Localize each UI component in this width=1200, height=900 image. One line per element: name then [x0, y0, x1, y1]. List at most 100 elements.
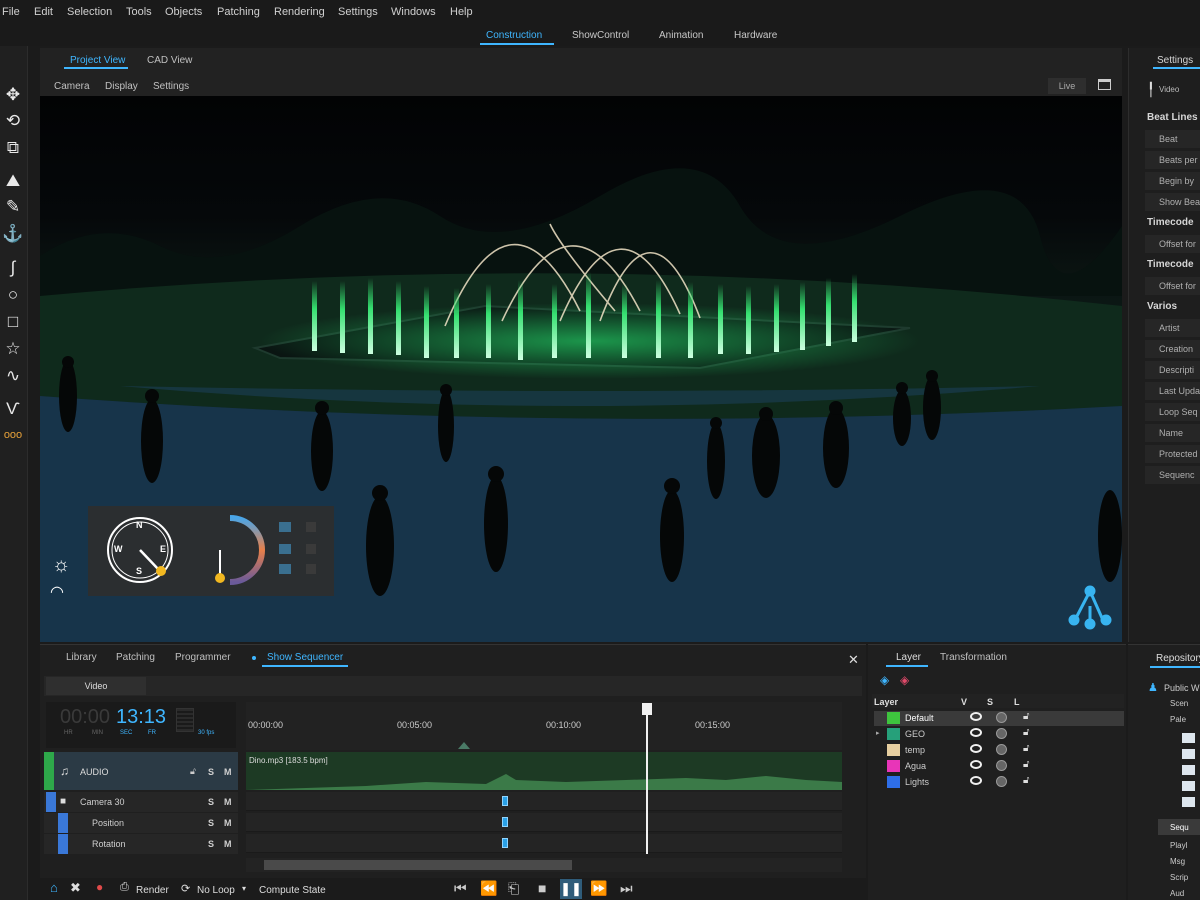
live-button[interactable]: Live — [1048, 78, 1086, 94]
lock-icon[interactable]: 🔓︎ — [1023, 759, 1029, 770]
menu-objects[interactable]: Objects — [165, 6, 202, 18]
fan-array-icon[interactable]: Ѵ — [2, 398, 24, 420]
spline-icon[interactable]: ∿ — [2, 365, 24, 387]
chevron-down-icon[interactable]: ▾ — [242, 884, 246, 893]
external-link-icon[interactable]: ⧉ — [2, 137, 24, 159]
repo-item[interactable]: Public W — [1164, 683, 1200, 693]
viewport-camera-menu[interactable]: Camera — [54, 81, 90, 92]
repo-item[interactable]: Playl — [1170, 841, 1187, 850]
render-icon[interactable]: ⎙ — [120, 881, 129, 894]
pin-icon[interactable]: ╿ — [1147, 82, 1155, 98]
solo-dot-icon[interactable] — [996, 776, 1007, 787]
snap-icon[interactable]: ⌂ — [50, 880, 58, 895]
timeline-scrollbar[interactable] — [246, 858, 842, 872]
lock-icon[interactable]: 🔓︎ — [1023, 743, 1029, 754]
section-timecode[interactable]: Timecode — [1147, 217, 1194, 228]
visible-eye-icon[interactable] — [970, 760, 982, 769]
mute-toggle[interactable]: M — [224, 818, 232, 828]
solo-dot-icon[interactable] — [996, 744, 1007, 755]
skip-end-icon[interactable]: ⏭ — [620, 880, 633, 897]
record-icon[interactable]: ● — [96, 880, 103, 894]
menu-settings[interactable]: Settings — [338, 6, 378, 18]
layer-row-agua[interactable]: Agua 🔓︎ — [874, 759, 1124, 774]
audio-clip[interactable] — [246, 752, 842, 790]
keyframe[interactable] — [502, 838, 508, 848]
marker-icon[interactable] — [458, 742, 470, 749]
tools-icon[interactable]: ✖ — [70, 880, 81, 896]
mute-toggle[interactable]: M — [224, 797, 232, 807]
section-varios[interactable]: Varios — [1147, 301, 1177, 312]
stop-icon[interactable]: ■ — [538, 880, 546, 896]
setting-row[interactable]: Creation — [1145, 340, 1200, 358]
visible-eye-icon[interactable] — [970, 712, 982, 721]
menu-patching[interactable]: Patching — [217, 6, 260, 18]
menu-edit[interactable]: Edit — [34, 6, 53, 18]
setting-row[interactable]: Loop Seq — [1145, 403, 1200, 421]
solo-toggle[interactable]: S — [208, 818, 214, 828]
keyframe[interactable] — [502, 796, 508, 806]
repo-item[interactable]: Aud — [1170, 889, 1184, 898]
solo-toggle[interactable]: S — [208, 839, 214, 849]
track-lane[interactable] — [246, 834, 842, 853]
setting-row[interactable]: Name — [1145, 424, 1200, 442]
track-lane[interactable] — [246, 792, 842, 811]
viewport-settings-menu[interactable]: Settings — [153, 81, 189, 92]
star-shape-icon[interactable]: ☆ — [2, 338, 24, 360]
lock-icon[interactable]: 🔓︎ — [1023, 775, 1029, 786]
menu-help[interactable]: Help — [450, 6, 473, 18]
mute-toggle[interactable]: M — [224, 767, 232, 777]
terrain-raise-icon[interactable]: ⛰ — [2, 170, 24, 192]
lock-icon[interactable]: 🔓︎ — [1023, 727, 1029, 738]
paint-brush-icon[interactable]: ✎ — [2, 196, 24, 218]
track-position[interactable]: Position S M — [44, 813, 238, 833]
tab-transformation[interactable]: Transformation — [940, 652, 1007, 663]
track-camera[interactable]: ■ Camera 30 S M — [44, 792, 238, 812]
remove-layer-icon[interactable]: ◈ — [900, 673, 909, 687]
solo-dot-icon[interactable] — [996, 760, 1007, 771]
nozzle-array-icon[interactable]: ooo — [2, 424, 24, 446]
visible-eye-icon[interactable] — [970, 744, 982, 753]
close-icon[interactable]: ✕ — [848, 652, 859, 668]
menu-selection[interactable]: Selection — [67, 6, 112, 18]
sun-icon[interactable]: ☼ — [52, 554, 70, 577]
section-beat-lines[interactable]: Beat Lines — [1147, 112, 1198, 123]
tab-settings[interactable]: Settings — [1157, 55, 1193, 66]
repo-item[interactable]: Scen — [1170, 699, 1188, 708]
circle-shape-icon[interactable]: ○ — [2, 284, 24, 306]
setting-row[interactable]: Show Bea — [1145, 193, 1200, 211]
speed-gauge-icon[interactable]: ◠ — [50, 582, 64, 602]
rotate-icon[interactable]: ⟲ — [2, 110, 24, 132]
tab-hardware[interactable]: Hardware — [734, 30, 777, 41]
menu-windows[interactable]: Windows — [391, 6, 436, 18]
tab-construction[interactable]: Construction — [486, 30, 542, 41]
step-back-icon[interactable]: ⎗ — [508, 880, 519, 897]
tab-patching[interactable]: Patching — [116, 652, 155, 663]
mute-toggle[interactable]: M — [224, 839, 232, 849]
layer-row-temp[interactable]: temp 🔓︎ — [874, 743, 1124, 758]
tab-programmer[interactable]: Programmer — [175, 652, 231, 663]
solo-dot-icon[interactable] — [996, 728, 1007, 739]
setting-row[interactable]: Sequenc — [1145, 466, 1200, 484]
lock-icon[interactable]: 🔓︎ — [190, 766, 196, 777]
repo-item[interactable]: Sequ — [1170, 823, 1189, 832]
viewport-display-menu[interactable]: Display — [105, 81, 138, 92]
setting-row[interactable]: Beat — [1145, 130, 1200, 148]
pause-icon[interactable]: ❚❚ — [560, 879, 582, 899]
tab-repository[interactable]: Repository — [1156, 653, 1200, 664]
curve-path-icon[interactable]: ∫ — [2, 257, 24, 279]
section-timecode[interactable]: Timecode — [1147, 259, 1194, 270]
setting-row[interactable]: Protected — [1145, 445, 1200, 463]
move-icon[interactable]: ✥ — [2, 84, 24, 106]
timeline-ruler[interactable] — [246, 702, 842, 750]
render-button[interactable]: Render — [136, 885, 169, 896]
setting-row[interactable]: Begin by — [1145, 172, 1200, 190]
repo-item[interactable]: Pale — [1170, 715, 1186, 724]
maximize-icon[interactable] — [1098, 79, 1111, 90]
tab-library[interactable]: Library — [66, 652, 97, 663]
setting-row[interactable]: Offset for — [1145, 235, 1200, 253]
setting-row[interactable]: Offset for — [1145, 277, 1200, 295]
tab-animation[interactable]: Animation — [659, 30, 703, 41]
playhead[interactable] — [646, 708, 648, 854]
solo-toggle[interactable]: S — [208, 767, 214, 777]
tab-show-sequencer[interactable]: Show Sequencer — [267, 652, 343, 663]
